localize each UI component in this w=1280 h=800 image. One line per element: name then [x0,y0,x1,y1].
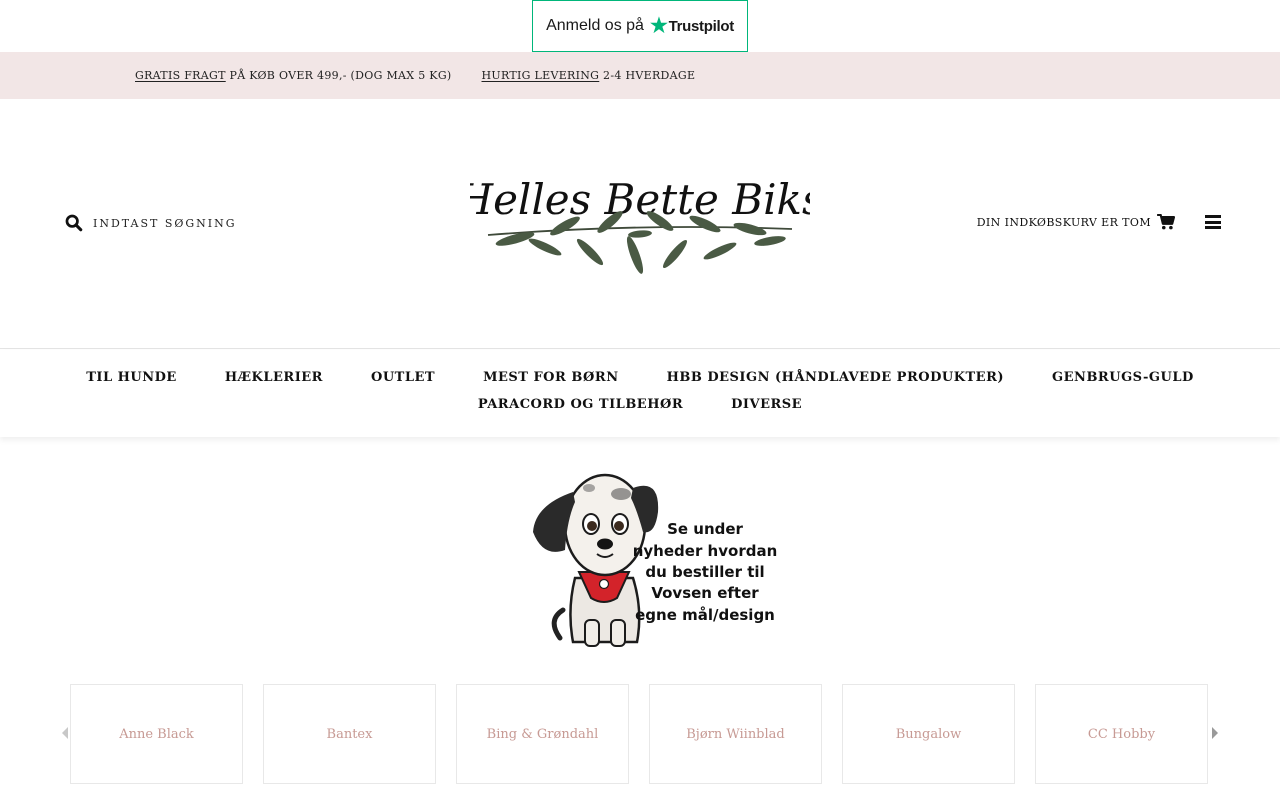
shopping-cart-icon [1157,214,1175,230]
banner-line-5: egne mål/design [635,606,775,624]
trustpilot-review-button[interactable]: Anmeld os på ★ Trustpilot [532,0,748,52]
trustpilot-bar: Anmeld os på ★ Trustpilot [0,0,1280,52]
nav-item-diverse[interactable]: DIVERSE [731,397,802,412]
site-logo[interactable]: Helles Bette Biks [470,159,810,284]
svg-text:Helles Bette Biks: Helles Bette Biks [470,175,810,224]
trustpilot-text: Anmeld os på [546,17,644,34]
promo-fast-delivery: HURTIG LEVERING 2-4 HVERDAGE [481,69,696,82]
brand-card-bjorn-wiinblad[interactable]: Bjørn Wiinblad [649,684,822,784]
trustpilot-logo: ★ Trustpilot [649,15,734,37]
dog-promo-banner[interactable]: Se under nyheder hvordan du bestiller ti… [525,460,780,655]
banner-line-2: nyheder hvordan [633,542,778,560]
search-icon[interactable] [65,214,83,232]
banner-line-1: Se under [667,520,743,538]
brand-card-bing-grondahl[interactable]: Bing & Grøndahl [456,684,629,784]
brand-card-cc-hobby[interactable]: CC Hobby [1035,684,1208,784]
hamburger-menu-icon[interactable] [1205,215,1221,229]
site-header: Helles Bette Biks DIN INDKØBSKURV ER TOM [0,99,1280,349]
promo-bar: GRATIS FRAGT PÅ KØB OVER 499,- (DOG MAX … [0,52,1280,99]
chevron-right-icon[interactable] [1210,726,1220,740]
brand-card-anne-black[interactable]: Anne Black [70,684,243,784]
promo-free-shipping: GRATIS FRAGT PÅ KØB OVER 499,- (DOG MAX … [135,69,452,82]
chevron-left-icon[interactable] [60,726,70,740]
nav-item-outlet[interactable]: OUTLET [371,370,435,385]
nav-item-mest-for-boern[interactable]: MEST FOR BØRN [483,370,619,385]
nav-item-hbb-design[interactable]: HBB DESIGN (HÅNDLAVEDE PRODUKTER) [667,370,1004,385]
main-navigation: TIL HUNDE HÆKLERIER OUTLET MEST FOR BØRN… [0,350,1280,437]
nav-item-paracord[interactable]: PARACORD OG TILBEHØR [478,397,683,412]
nav-item-genbrugs-guld[interactable]: GENBRUGS-GULD [1052,370,1194,385]
search-input[interactable] [93,216,273,230]
brand-card-bantex[interactable]: Bantex [263,684,436,784]
nav-row-primary: TIL HUNDE HÆKLERIER OUTLET MEST FOR BØRN… [0,370,1280,385]
cart-button[interactable]: DIN INDKØBSKURV ER TOM [977,214,1175,230]
brand-card-bungalow[interactable]: Bungalow [842,684,1015,784]
nav-item-haeklerier[interactable]: HÆKLERIER [225,370,323,385]
banner-line-3: du bestiller til [645,563,764,581]
cart-label: DIN INDKØBSKURV ER TOM [976,215,1151,229]
search-bar[interactable] [65,214,273,232]
banner-line-4: Vovsen efter [651,584,759,602]
star-icon: ★ [649,15,668,37]
nav-item-til-hunde[interactable]: TIL HUNDE [86,370,177,385]
brand-carousel: Anne Black Bantex Bing & Grøndahl Bjørn … [0,684,1280,784]
nav-row-secondary: PARACORD OG TILBEHØR DIVERSE [0,397,1280,412]
